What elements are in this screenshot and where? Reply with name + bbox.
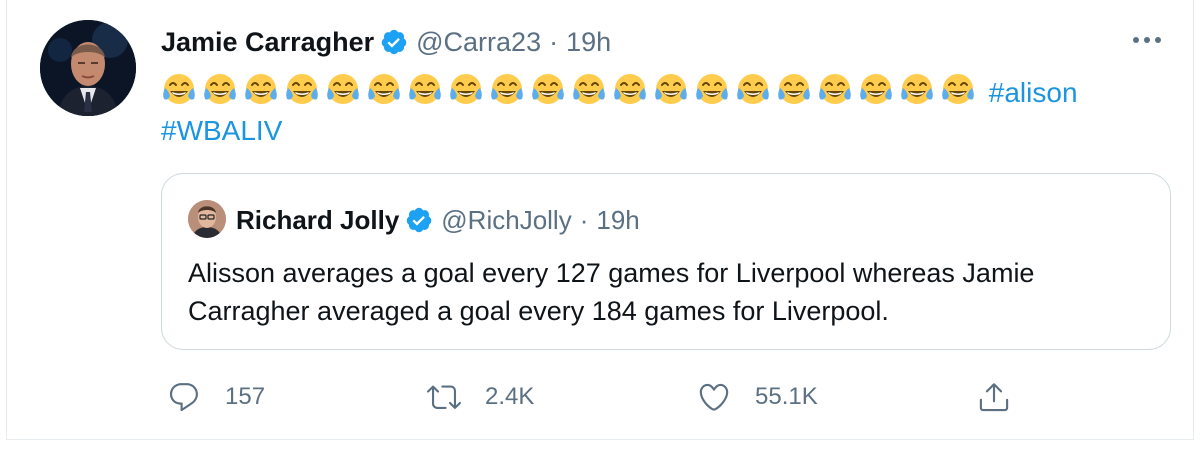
face-with-tears-of-joy-icon — [245, 74, 277, 104]
author-name[interactable]: Jamie Carragher — [161, 27, 374, 58]
verified-badge-icon — [407, 207, 432, 233]
more-dots-icon — [1133, 37, 1161, 43]
hashtag-link[interactable]: #WBALIV — [161, 115, 282, 146]
face-with-tears-of-joy-icon — [819, 74, 851, 104]
hashtag-link[interactable]: #alison — [989, 77, 1078, 108]
face-with-tears-of-joy-icon — [614, 74, 646, 104]
tweet-text: #alison #WBALIV — [161, 72, 1121, 150]
quoted-header: Richard Jolly @RichJolly · 19h — [236, 200, 640, 240]
heart-icon — [699, 383, 729, 411]
reply-icon — [169, 383, 198, 412]
author-handle[interactable]: @Carra23 — [416, 27, 541, 58]
reply-count: 157 — [225, 383, 266, 410]
emoji-row — [161, 74, 989, 108]
quoted-timestamp: 19h — [596, 204, 640, 235]
tweet-header: Jamie Carragher @Carra23 · 19h — [161, 22, 611, 62]
quoted-author-handle: @RichJolly — [441, 204, 572, 235]
quoted-tweet-text: Alisson averages a goal every 127 games … — [188, 258, 1035, 326]
face-with-tears-of-joy-icon — [655, 74, 687, 104]
like-count: 55.1K — [755, 383, 818, 410]
retweet-icon — [427, 385, 461, 409]
face-with-tears-of-joy-icon — [532, 74, 564, 104]
face-with-tears-of-joy-icon — [737, 74, 769, 104]
face-with-tears-of-joy-icon — [450, 74, 482, 104]
face-with-tears-of-joy-icon — [942, 74, 974, 104]
tweet-actions: 157 2.4K 55.1K — [161, 372, 1031, 422]
header-separator: · — [549, 26, 559, 57]
retweet-button[interactable]: 2.4K — [427, 372, 534, 422]
reply-button[interactable]: 157 — [167, 372, 265, 422]
tweet-card[interactable]: Jamie Carragher @Carra23 · 19h #alison #… — [6, 0, 1194, 440]
face-with-tears-of-joy-icon — [368, 74, 400, 104]
quoted-header-separator: · — [579, 204, 589, 235]
verified-badge-icon — [381, 29, 407, 55]
face-with-tears-of-joy-icon — [491, 74, 523, 104]
share-icon — [979, 383, 1009, 412]
face-with-tears-of-joy-icon — [327, 74, 359, 104]
quoted-author-avatar — [188, 200, 226, 238]
face-with-tears-of-joy-icon — [409, 74, 441, 104]
share-button[interactable] — [977, 372, 1011, 422]
face-with-tears-of-joy-icon — [901, 74, 933, 104]
retweet-count: 2.4K — [485, 383, 535, 410]
face-with-tears-of-joy-icon — [204, 74, 236, 104]
face-with-tears-of-joy-icon — [860, 74, 892, 104]
tweet-timestamp[interactable]: 19h — [566, 27, 611, 58]
more-options-button[interactable] — [1127, 20, 1167, 60]
author-avatar[interactable] — [40, 20, 136, 116]
face-with-tears-of-joy-icon — [163, 74, 195, 104]
face-with-tears-of-joy-icon — [778, 74, 810, 104]
face-with-tears-of-joy-icon — [286, 74, 318, 104]
quoted-author-name: Richard Jolly — [236, 204, 400, 235]
like-button[interactable]: 55.1K — [697, 372, 818, 422]
quoted-tweet[interactable]: Richard Jolly @RichJolly · 19h Alisson a… — [161, 173, 1171, 350]
face-with-tears-of-joy-icon — [696, 74, 728, 104]
face-with-tears-of-joy-icon — [573, 74, 605, 104]
